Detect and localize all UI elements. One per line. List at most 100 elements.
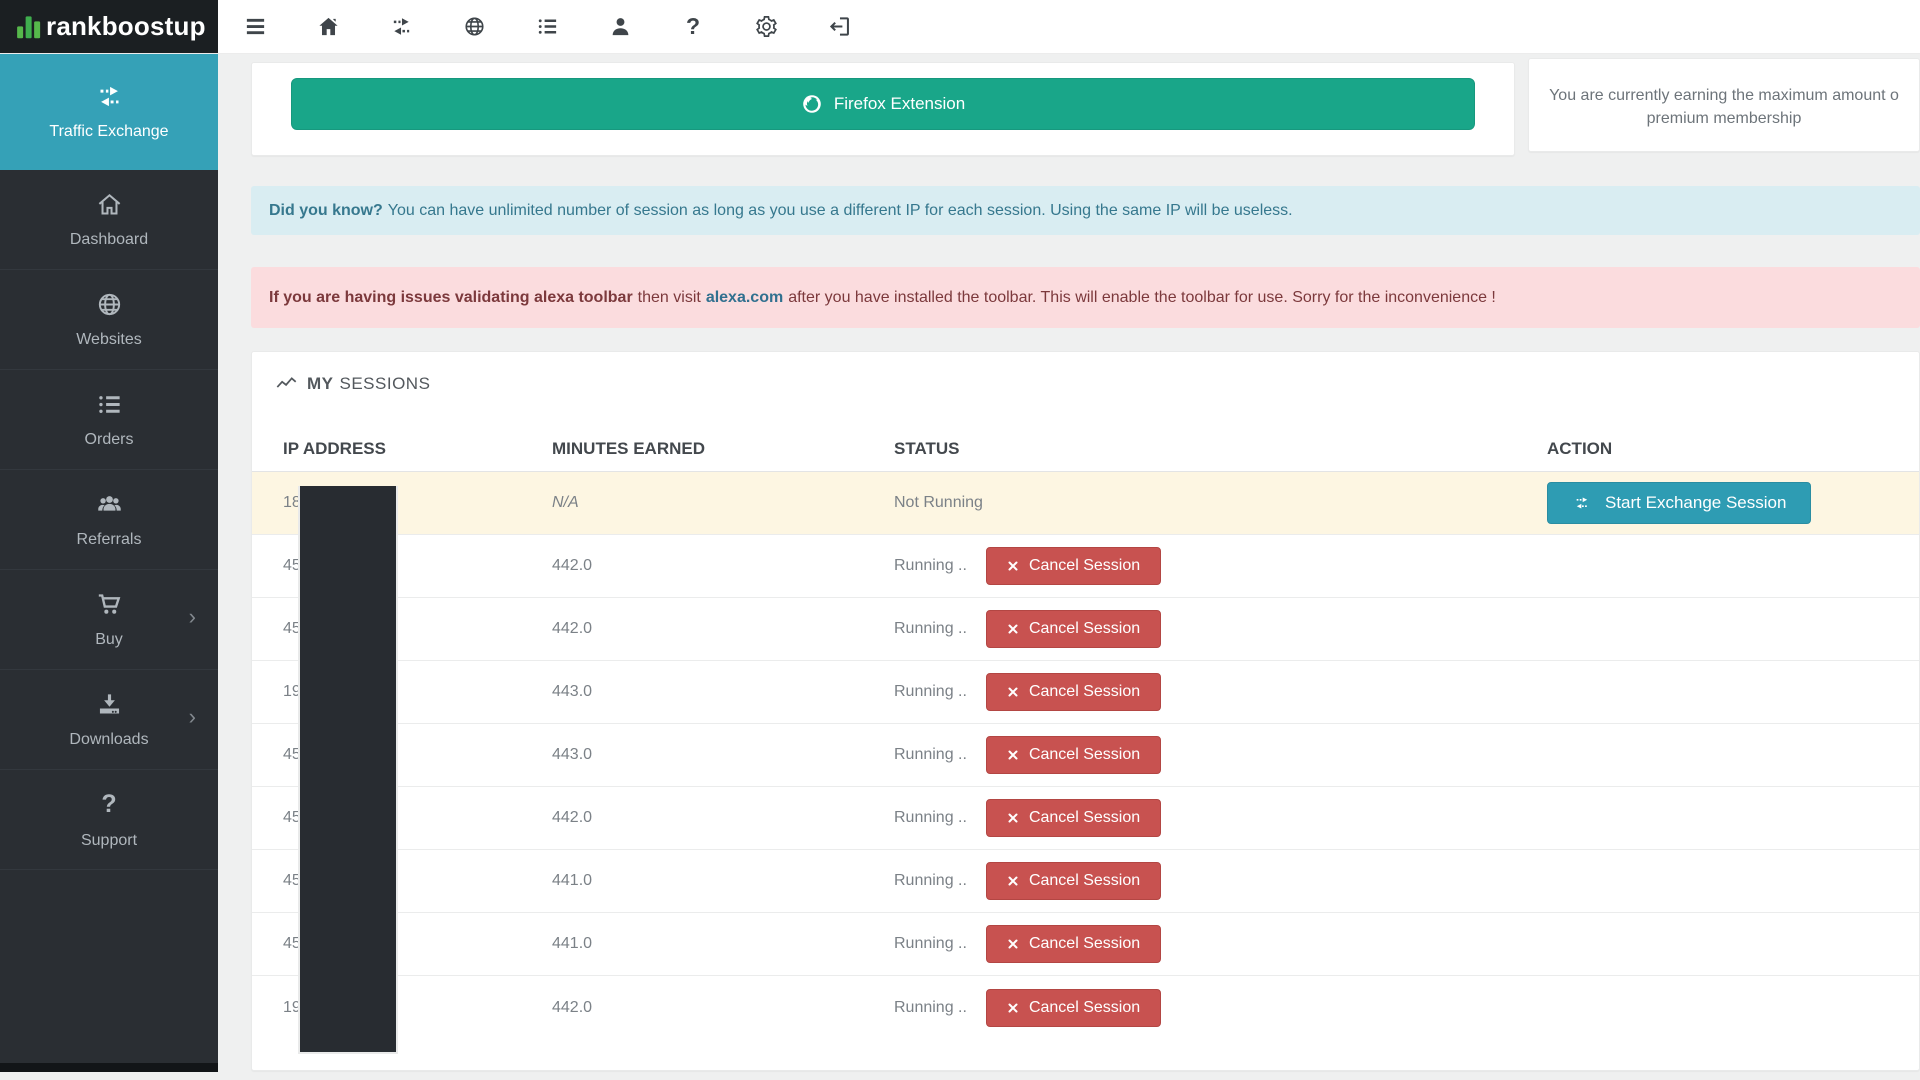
cancel-session-label: Cancel Session <box>1029 746 1140 764</box>
session-status-cell: Running .. Cancel Session <box>894 736 1547 774</box>
session-status-cell: Running .. Cancel Session <box>894 547 1547 585</box>
brand-logo[interactable]: rankboostup <box>0 0 218 53</box>
sidebar-item-label: Websites <box>76 331 142 349</box>
session-row: 19443.0Running ..Cancel Session <box>252 661 1919 724</box>
redaction-overlay <box>298 486 398 1054</box>
sidebar-item-label: Dashboard <box>70 231 148 249</box>
cancel-session-button[interactable]: Cancel Session <box>986 862 1161 900</box>
sidebar-item-orders[interactable]: Orders <box>0 370 218 470</box>
orders-list-button[interactable] <box>534 14 560 40</box>
orders-list-icon <box>536 15 559 38</box>
firefox-icon <box>801 93 823 115</box>
sidebar-item-label: Traffic Exchange <box>49 123 168 141</box>
col-action: ACTION <box>1547 439 1919 459</box>
sessions-panel: MY SESSIONS IP ADDRESS MINUTES EARNED ST… <box>251 351 1920 1071</box>
session-row: 18N/ANot RunningStart Exchange Session <box>252 472 1919 535</box>
cancel-session-button[interactable]: Cancel Session <box>986 547 1161 585</box>
main-content: Firefox Extension You are currently earn… <box>218 54 1920 1080</box>
sessions-table-header: IP ADDRESS MINUTES EARNED STATUS ACTION <box>252 426 1919 472</box>
sidebar-item-buy[interactable]: Buy› <box>0 570 218 670</box>
danger-alert-mid: then visit <box>638 289 701 307</box>
sidebar-item-dashboard[interactable]: Dashboard <box>0 170 218 270</box>
traffic-exchange-icon <box>96 83 123 110</box>
sidebar-item-traffic-exchange[interactable]: Traffic Exchange <box>0 54 218 170</box>
session-action-cell: Start Exchange Session <box>1547 482 1919 524</box>
sidebar-item-support[interactable]: ?Support <box>0 770 218 870</box>
session-minutes: 442.0 <box>552 557 894 575</box>
cancel-session-button[interactable]: Cancel Session <box>986 673 1161 711</box>
earnings-card: You are currently earning the maximum am… <box>1528 58 1920 152</box>
col-minutes-earned: MINUTES EARNED <box>552 439 894 459</box>
session-minutes: 442.0 <box>552 620 894 638</box>
earnings-notice-line2: premium membership <box>1529 107 1919 130</box>
sidebar-item-label: Buy <box>95 631 123 649</box>
question-icon: ? <box>101 790 116 819</box>
info-alert-lead: Did you know? <box>269 202 383 220</box>
session-status-cell: Running .. Cancel Session <box>894 862 1547 900</box>
cancel-session-button[interactable]: Cancel Session <box>986 925 1161 963</box>
session-status: Running .. <box>894 872 967 890</box>
session-status: Running .. <box>894 620 967 638</box>
session-status: Running .. <box>894 809 967 827</box>
sidebar-item-label: Downloads <box>69 731 148 749</box>
chart-line-icon <box>276 375 297 393</box>
session-status-cell: Running .. Cancel Session <box>894 925 1547 963</box>
session-status-cell: Running ..Cancel Session <box>894 673 1547 711</box>
home-button[interactable] <box>315 14 341 40</box>
sidebar-item-downloads[interactable]: Downloads › <box>0 670 218 770</box>
cancel-session-label: Cancel Session <box>1029 935 1140 953</box>
cancel-session-button[interactable]: Cancel Session <box>986 989 1161 1027</box>
menu-button[interactable] <box>242 14 268 40</box>
globe-button[interactable] <box>461 14 487 40</box>
session-row: 19442.0Running ..Cancel Session <box>252 976 1919 1039</box>
start-exchange-session-button[interactable]: Start Exchange Session <box>1547 482 1811 524</box>
sessions-table-body: 18N/ANot RunningStart Exchange Session45… <box>252 472 1919 1039</box>
exchange-white-icon <box>1572 495 1592 511</box>
sidebar-item-websites[interactable]: Websites <box>0 270 218 370</box>
cancel-session-label: Cancel Session <box>1029 872 1140 890</box>
x-icon <box>1007 623 1019 635</box>
settings-button[interactable] <box>753 14 779 40</box>
sessions-title: MY SESSIONS <box>252 374 1919 394</box>
x-icon <box>1007 749 1019 761</box>
session-row: 45442.0Running ..Cancel Session <box>252 598 1919 661</box>
traffic-exchange-button[interactable] <box>388 14 414 40</box>
session-status-cell: Running .. Cancel Session <box>894 610 1547 648</box>
cancel-session-label: Cancel Session <box>1029 557 1140 575</box>
danger-alert-rest: after you have installed the toolbar. Th… <box>788 289 1496 307</box>
session-status: Running .. <box>894 746 967 764</box>
user-button[interactable] <box>607 14 633 40</box>
sidebar-item-label: Orders <box>85 431 134 449</box>
start-exchange-session-label: Start Exchange Session <box>1605 493 1786 513</box>
sidebar-bottom-bar <box>0 1063 218 1072</box>
cancel-session-label: Cancel Session <box>1029 809 1140 827</box>
logout-icon <box>828 15 851 38</box>
logout-button[interactable] <box>826 14 852 40</box>
firefox-extension-label: Firefox Extension <box>834 94 965 114</box>
help-button[interactable]: ? <box>680 14 706 40</box>
sidebar-nav: Traffic Exchange Dashboard Websites Orders R… <box>0 54 218 870</box>
cancel-session-button[interactable]: Cancel Session <box>986 610 1161 648</box>
globe-icon <box>96 291 123 318</box>
sessions-title-rest: SESSIONS <box>340 374 431 394</box>
session-status-cell: Not Running <box>894 494 1547 512</box>
info-alert-text: You can have unlimited number of session… <box>388 202 1293 220</box>
cancel-session-label: Cancel Session <box>1029 683 1140 701</box>
help-icon: ? <box>686 13 700 40</box>
cancel-session-button[interactable]: Cancel Session <box>986 799 1161 837</box>
alexa-link[interactable]: alexa.com <box>706 289 783 307</box>
firefox-extension-button[interactable]: Firefox Extension <box>291 78 1475 130</box>
x-icon <box>1007 560 1019 572</box>
danger-alert-lead: If you are having issues validating alex… <box>269 289 633 307</box>
x-icon <box>1007 812 1019 824</box>
session-status: Running .. <box>894 935 967 953</box>
session-status: Running .. <box>894 557 967 575</box>
cancel-session-button[interactable]: Cancel Session <box>986 736 1161 774</box>
earnings-notice-line1: You are currently earning the maximum am… <box>1529 84 1919 107</box>
sidebar-item-referrals[interactable]: Referrals <box>0 470 218 570</box>
chevron-right-icon: › <box>189 703 196 729</box>
session-minutes: 442.0 <box>552 809 894 827</box>
x-icon <box>1007 1002 1019 1014</box>
home-icon <box>317 15 340 38</box>
session-minutes: 443.0 <box>552 746 894 764</box>
